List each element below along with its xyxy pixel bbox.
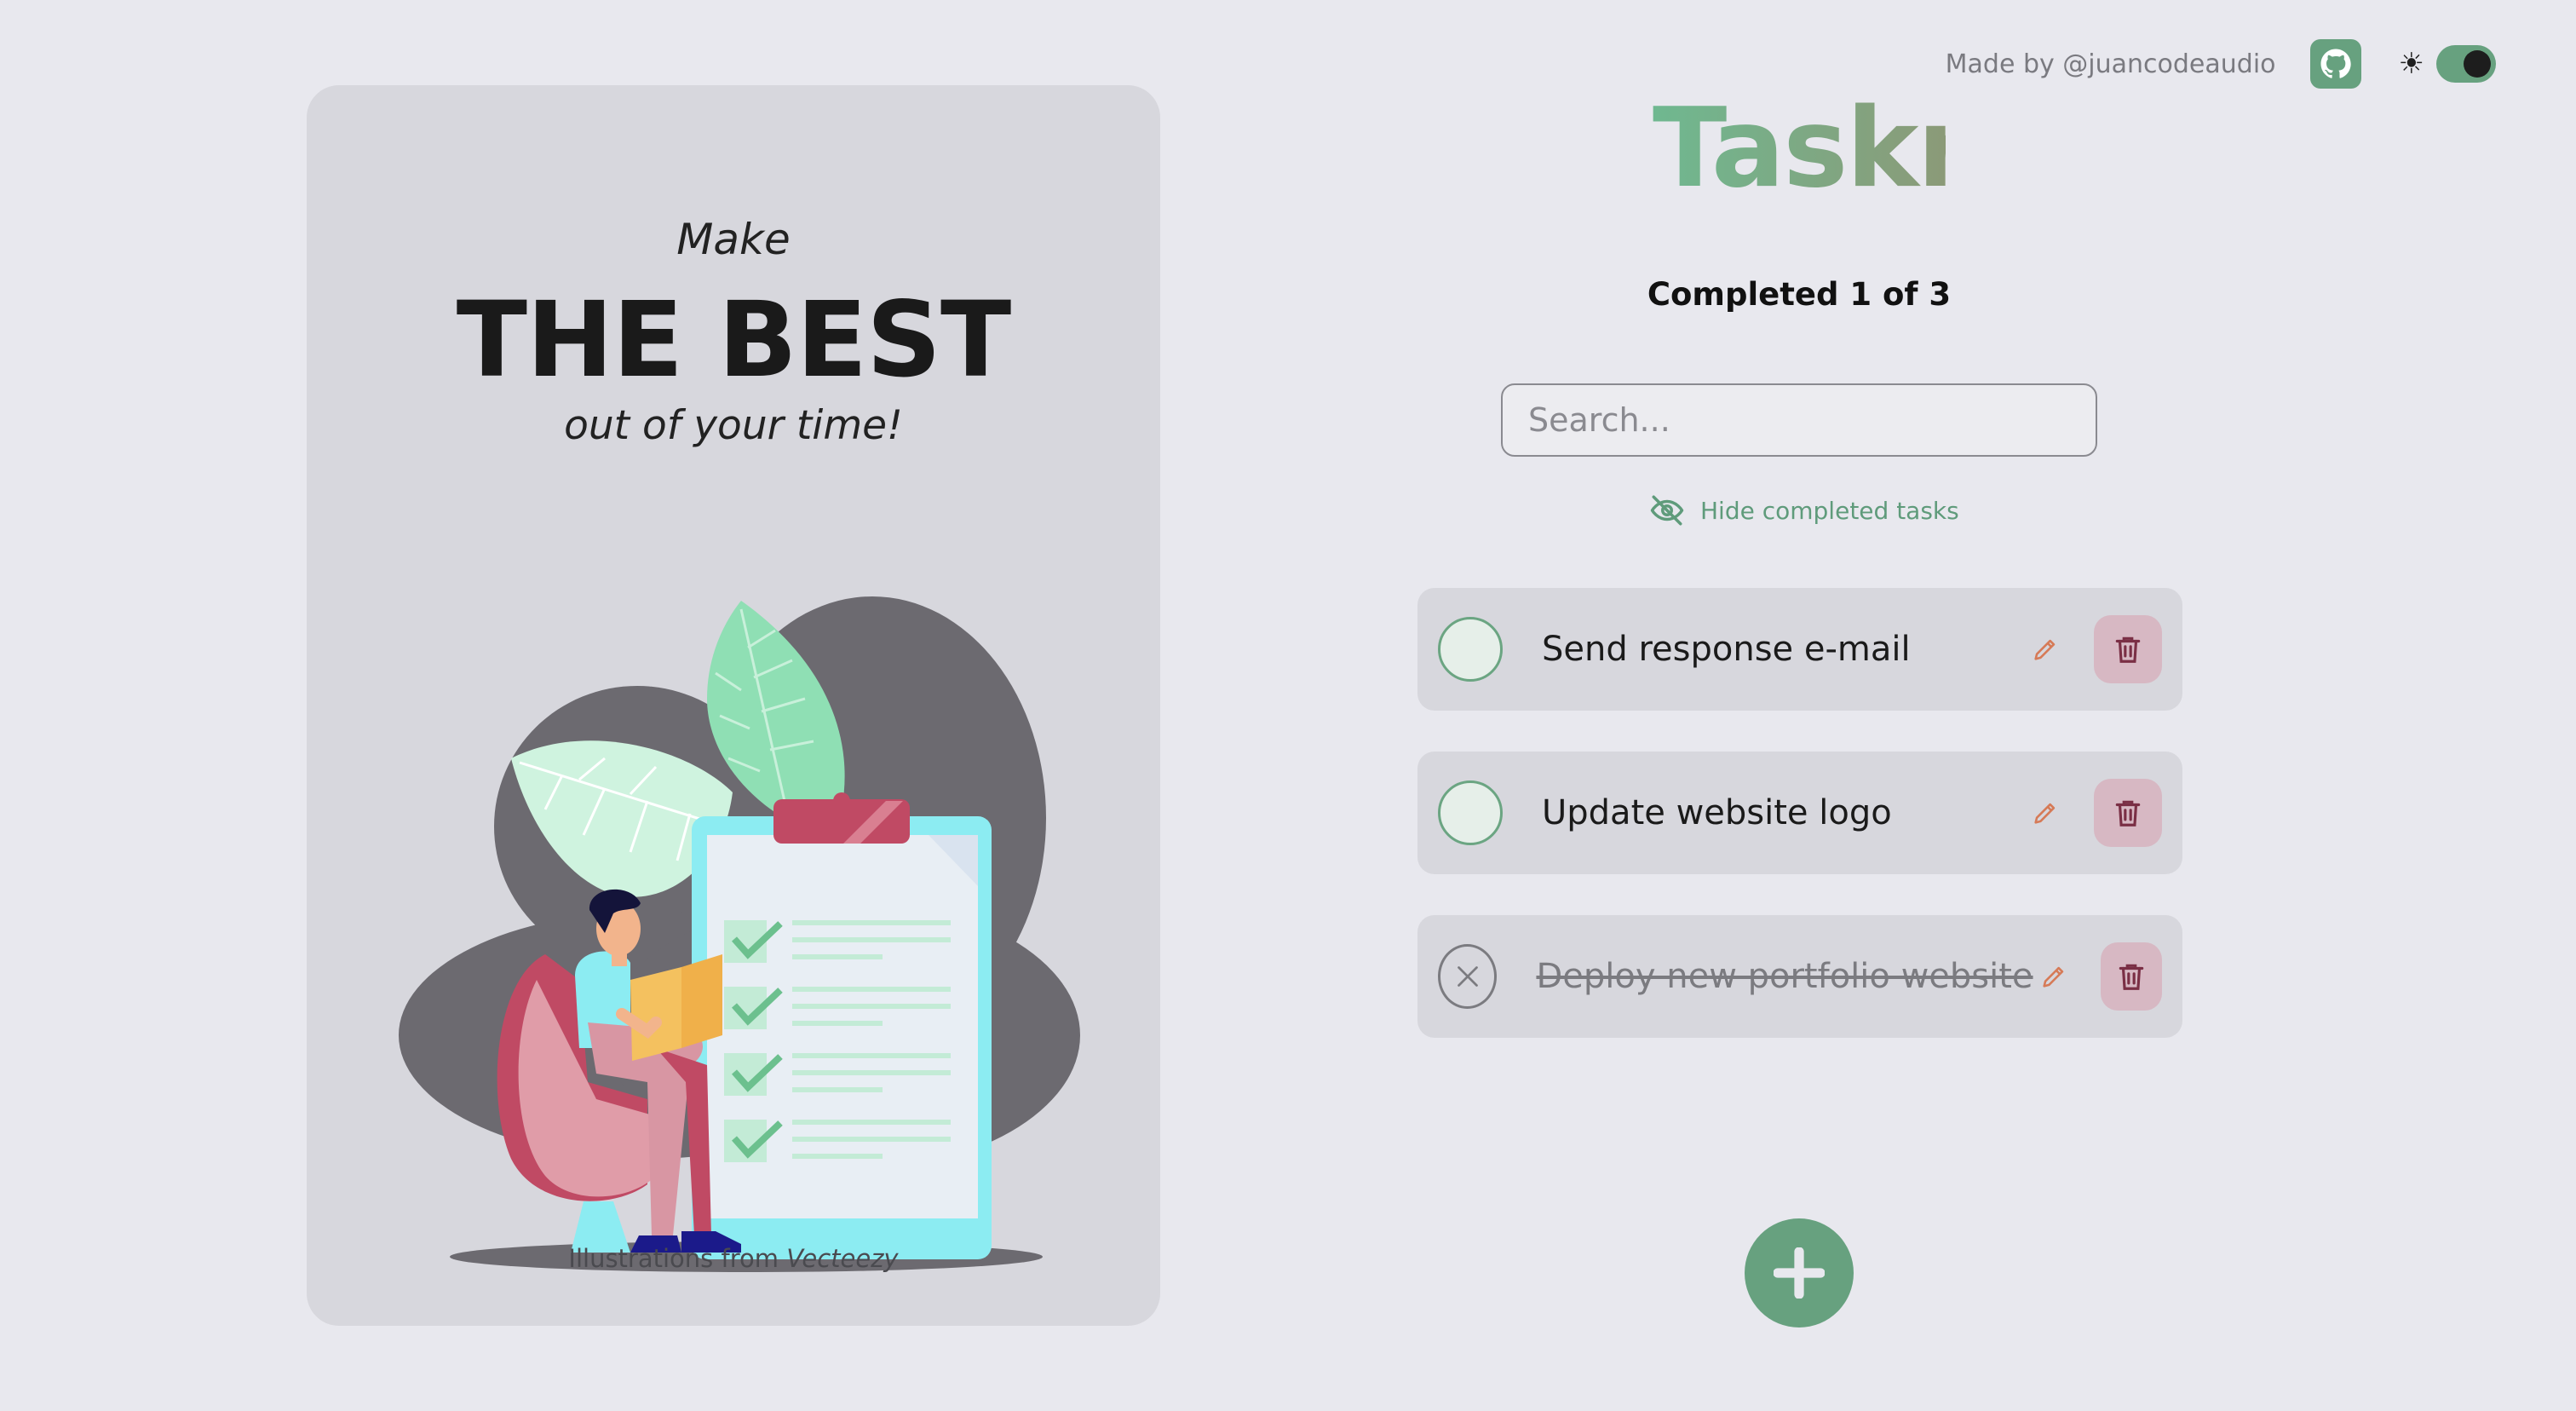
delete-button[interactable] <box>2094 779 2162 847</box>
search-input[interactable] <box>1501 383 2097 457</box>
trash-icon <box>2115 636 2141 663</box>
trash-icon <box>2119 964 2143 990</box>
top-bar: Made by @juancodeaudio ☀ <box>1946 39 2496 89</box>
task-item: Send response e-mail <box>1417 588 2182 711</box>
task-item: Update website logo <box>1417 752 2182 874</box>
toggle-knob <box>2464 50 2491 78</box>
x-icon <box>1457 966 1478 987</box>
plus-icon <box>1774 1247 1825 1299</box>
hero-card: Make THE BEST out of your time! Illustra… <box>307 85 1160 1326</box>
sun-icon: ☀ <box>2398 47 2424 81</box>
task-checkbox-checked[interactable] <box>1438 944 1498 1009</box>
hero-make-text: Make <box>676 215 791 264</box>
completed-counter: Completed 1 of 3 <box>1647 276 1952 313</box>
trash-icon <box>2115 800 2141 826</box>
theme-toggle[interactable] <box>2436 45 2496 83</box>
made-by-text: Made by @juancodeaudio <box>1945 49 2276 79</box>
delete-button[interactable] <box>2100 942 2163 1011</box>
app-title: Taskr <box>1653 85 1971 212</box>
pencil-icon <box>2043 966 2064 988</box>
task-text: Update website logo <box>1542 793 1892 832</box>
task-text: Send response e-mail <box>1542 630 1911 669</box>
hero-subtitle: out of your time! <box>564 402 903 449</box>
edit-button[interactable] <box>2033 953 2075 999</box>
hide-completed-label: Hide completed tasks <box>1700 496 1959 525</box>
hide-completed-toggle[interactable]: Hide completed tasks <box>1649 492 1959 528</box>
task-item-completed: Deploy new portfolio website <box>1417 915 2182 1038</box>
github-icon <box>2320 49 2351 78</box>
edit-button[interactable] <box>2022 790 2068 836</box>
github-button[interactable] <box>2309 39 2361 89</box>
pencil-icon <box>2034 639 2056 660</box>
add-task-button[interactable] <box>1745 1218 1854 1327</box>
hero-headline: THE BEST <box>456 279 1012 400</box>
task-text: Deploy new portfolio website <box>1536 957 2033 996</box>
delete-button[interactable] <box>2094 615 2162 683</box>
eye-off-icon <box>1650 495 1684 526</box>
pencil-icon <box>2034 803 2056 824</box>
illustration-credit: Illustrations from Vecteezy <box>307 1244 1160 1273</box>
task-checkbox[interactable] <box>1438 617 1503 682</box>
credit-prefix: Illustrations from <box>568 1244 779 1273</box>
task-checkbox[interactable] <box>1438 780 1503 845</box>
hero-illustration <box>399 596 1080 1272</box>
edit-button[interactable] <box>2022 626 2068 672</box>
credit-source-link[interactable]: Vecteezy <box>786 1244 898 1273</box>
